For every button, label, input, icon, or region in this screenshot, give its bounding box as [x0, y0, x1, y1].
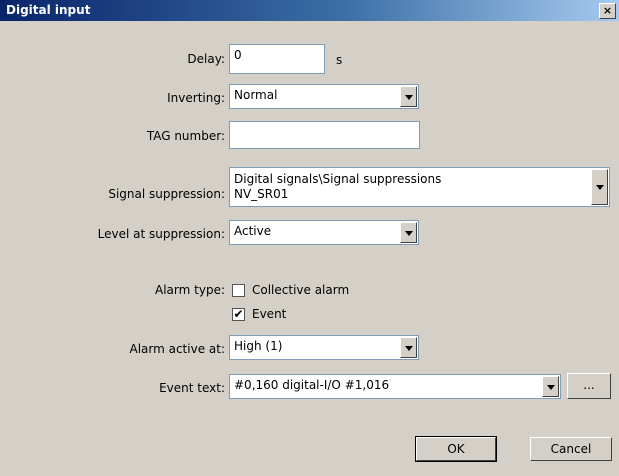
level-at-suppression-label: Level at suppression:	[97, 227, 225, 241]
ok-button[interactable]: OK	[415, 436, 497, 462]
digital-input-dialog: Digital input × Delay: 0 s Inverting: No…	[0, 0, 619, 476]
chevron-down-icon[interactable]	[400, 337, 417, 358]
event-text-select[interactable]: #0,160 digital-I/O #1,016	[229, 374, 561, 399]
event-checkbox-label: Event	[252, 307, 287, 321]
chevron-down-icon[interactable]	[591, 169, 608, 205]
signal-suppression-value: NV_SR01	[234, 187, 289, 201]
inverting-select[interactable]: Normal	[229, 84, 419, 109]
close-button[interactable]: ×	[599, 3, 616, 19]
dialog-title: Digital input	[6, 3, 91, 17]
signal-suppression-path: Digital signals\Signal suppressions	[234, 172, 442, 186]
alarm-active-at-label: Alarm active at:	[129, 342, 225, 356]
event-text-value: #0,160 digital-I/O #1,016	[234, 378, 390, 392]
alarm-type-label: Alarm type:	[155, 283, 225, 297]
collective-alarm-label: Collective alarm	[252, 283, 350, 297]
level-at-suppression-value: Active	[234, 224, 272, 238]
chevron-down-icon[interactable]	[542, 376, 559, 397]
tag-number-label: TAG number:	[146, 129, 225, 143]
chevron-down-icon[interactable]	[400, 86, 417, 107]
delay-label: Delay:	[187, 52, 225, 66]
signal-suppression-label: Signal suppression:	[108, 187, 225, 201]
event-text-label: Event text:	[159, 381, 225, 395]
alarm-active-at-select[interactable]: High (1)	[229, 335, 419, 360]
inverting-value: Normal	[234, 88, 278, 102]
delay-unit: s	[336, 53, 343, 67]
level-at-suppression-select[interactable]: Active	[229, 220, 419, 245]
browse-button[interactable]: ...	[567, 373, 611, 399]
collective-alarm-checkbox[interactable]	[232, 284, 245, 297]
signal-suppression-select[interactable]: Digital signals\Signal suppressions NV_S…	[229, 167, 610, 207]
inverting-label: Inverting:	[167, 91, 225, 105]
title-bar: Digital input ×	[0, 0, 619, 21]
chevron-down-icon[interactable]	[400, 222, 417, 243]
event-checkbox[interactable]: ✔	[232, 308, 245, 321]
cancel-button[interactable]: Cancel	[530, 437, 612, 461]
alarm-active-at-value: High (1)	[234, 339, 283, 353]
tag-number-input[interactable]	[229, 121, 420, 149]
delay-input[interactable]: 0	[229, 44, 325, 74]
